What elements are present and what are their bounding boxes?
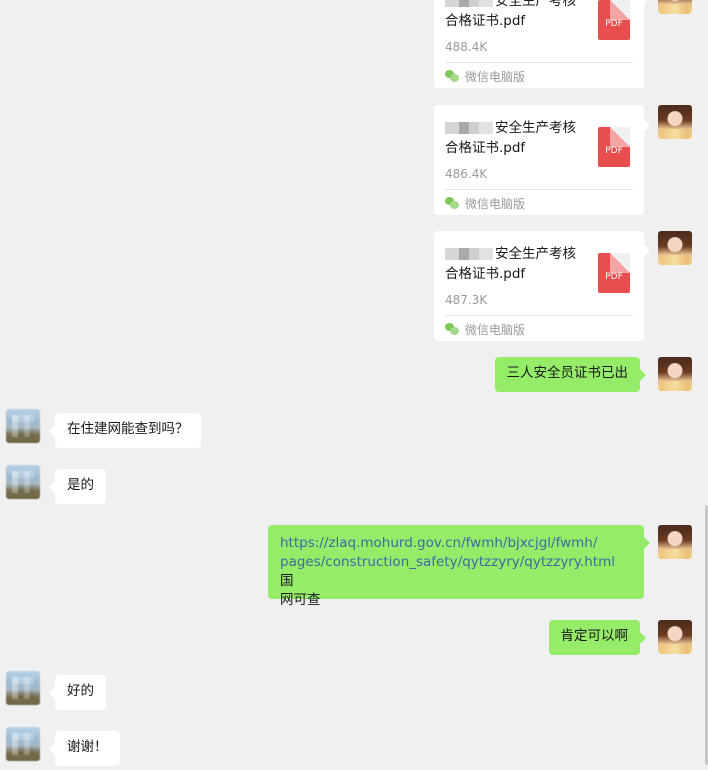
url-link[interactable]: https://zlaq.mohurd.gov.cn/fwmh/bjxcjgl/… (280, 535, 615, 570)
file-size: 488.4K (445, 40, 488, 54)
avatar[interactable] (6, 409, 40, 443)
received-message[interactable]: 谢谢！ (49, 731, 120, 766)
avatar[interactable] (658, 231, 692, 265)
avatar[interactable] (6, 727, 40, 761)
file-size: 487.3K (445, 293, 488, 307)
avatar[interactable] (6, 465, 40, 499)
pdf-icon: PDF (598, 127, 630, 167)
avatar[interactable] (658, 357, 692, 391)
divider (445, 315, 633, 316)
avatar[interactable] (658, 0, 692, 14)
pdf-icon: PDF (598, 0, 630, 40)
received-message[interactable]: 在住建网能查到吗？ (49, 413, 201, 448)
file-source: 微信电脑版 (445, 319, 525, 339)
chat-area[interactable]: 安全生产考核 合格证书.pdf PDF 488.4K 微信电脑版 安全生产考核 … (0, 0, 704, 770)
divider (445, 62, 633, 63)
wechat-icon (445, 323, 459, 335)
avatar[interactable] (658, 105, 692, 139)
sent-message[interactable]: 三人安全员证书已出 (494, 357, 646, 392)
file-name: 安全生产考核 合格证书.pdf (445, 0, 595, 31)
avatar[interactable] (6, 671, 40, 705)
sent-message[interactable]: https://zlaq.mohurd.gov.cn/fwmh/bjxcjgl/… (268, 525, 650, 608)
pdf-icon: PDF (598, 253, 630, 293)
received-message[interactable]: 是的 (49, 469, 106, 504)
file-message[interactable]: 安全生产考核 合格证书.pdf PDF 487.3K 微信电脑版 (434, 231, 650, 341)
redacted-text (445, 0, 493, 7)
file-message[interactable]: 安全生产考核 合格证书.pdf PDF 488.4K 微信电脑版 (434, 0, 650, 88)
file-name: 安全生产考核 合格证书.pdf (445, 120, 576, 156)
avatar[interactable] (658, 620, 692, 654)
divider (445, 189, 633, 190)
file-name: 安全生产考核 合格证书.pdf (445, 246, 576, 282)
scrollbar[interactable] (704, 0, 708, 770)
redacted-text (445, 122, 493, 134)
file-source: 微信电脑版 (445, 66, 525, 86)
file-message[interactable]: 安全生产考核 合格证书.pdf PDF 486.4K 微信电脑版 (434, 105, 650, 215)
redacted-text (445, 248, 493, 260)
sent-message[interactable]: 肯定可以啊 (548, 620, 646, 655)
avatar[interactable] (658, 525, 692, 559)
file-source: 微信电脑版 (445, 193, 525, 213)
wechat-icon (445, 197, 459, 209)
file-size: 486.4K (445, 167, 488, 181)
received-message[interactable]: 好的 (49, 675, 106, 710)
wechat-icon (445, 70, 459, 82)
